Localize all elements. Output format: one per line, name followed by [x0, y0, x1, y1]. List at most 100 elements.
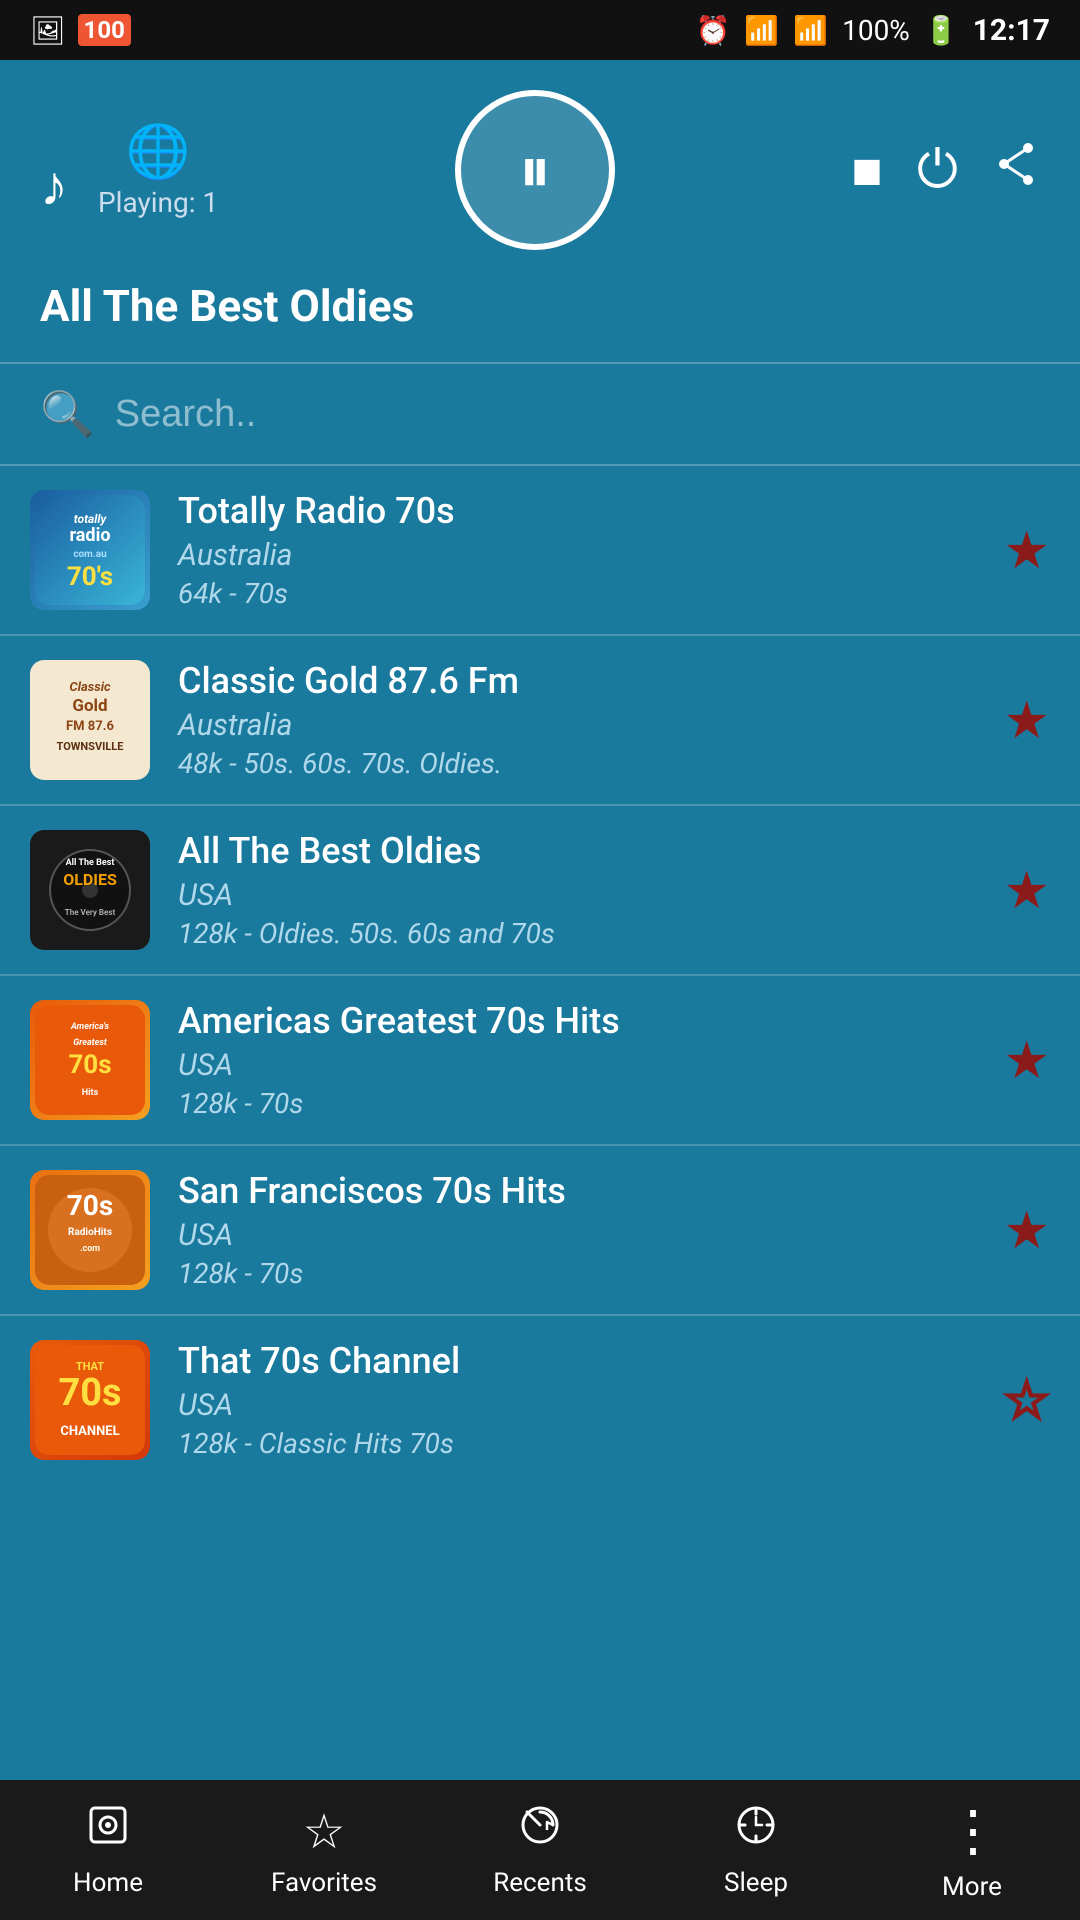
search-icon: 🔍 [40, 388, 95, 440]
alarm-icon: ⏰ [695, 14, 730, 47]
svg-text:CHANNEL: CHANNEL [60, 1424, 119, 1439]
pause-button[interactable]: ⏸ [455, 90, 615, 250]
favorite-star[interactable]: ★ [1003, 690, 1050, 751]
station-meta: 48k - 50s. 60s. 70s. Oldies. [178, 747, 975, 780]
station-name: Classic Gold 87.6 Fm [178, 660, 975, 702]
search-bar: 🔍 [0, 364, 1080, 466]
station-meta: 128k - Oldies. 50s. 60s and 70s [178, 917, 975, 950]
left-icons: ♪ 🌐 Playing: 1 [40, 121, 218, 219]
home-label: Home [73, 1868, 143, 1898]
station-country: Australia [178, 708, 975, 743]
station-meta: 64k - 70s [178, 577, 975, 610]
globe-icon[interactable]: 🌐 [126, 121, 191, 182]
now-playing-title: All The Best Oldies [0, 270, 1080, 362]
station-logo: Classic Gold FM 87.6 TOWNSVILLE [30, 660, 150, 780]
list-item[interactable]: Classic Gold FM 87.6 TOWNSVILLE Classic … [0, 636, 1080, 806]
favorite-star[interactable]: ☆ [1003, 1370, 1050, 1431]
home-icon [85, 1802, 131, 1860]
svg-text:FM 87.6: FM 87.6 [66, 719, 114, 734]
svg-text:America's: America's [70, 1022, 110, 1032]
recents-label: Recents [493, 1868, 587, 1898]
station-name: Americas Greatest 70s Hits [178, 1000, 975, 1042]
svg-text:All The Best: All The Best [66, 858, 115, 868]
share-button[interactable] [992, 140, 1040, 201]
list-item[interactable]: America's Greatest 70s Hits Americas Gre… [0, 976, 1080, 1146]
station-meta: 128k - Classic Hits 70s [178, 1427, 975, 1460]
list-item[interactable]: 70s RadioHits .com San Franciscos 70s Hi… [0, 1146, 1080, 1316]
signal-icon: 📶 [793, 14, 828, 47]
svg-text:Greatest: Greatest [73, 1038, 108, 1048]
svg-text:com.au: com.au [73, 549, 107, 560]
sleep-icon [733, 1802, 779, 1860]
station-name: San Franciscos 70s Hits [178, 1170, 975, 1212]
station-country: USA [178, 878, 975, 913]
header-right-controls: ■ ⏻ [851, 139, 1040, 201]
stop-button[interactable]: ■ [851, 140, 882, 201]
music-icon[interactable]: ♪ [40, 153, 68, 219]
search-input[interactable] [115, 393, 1040, 436]
station-info: That 70s Channel USA 128k - Classic Hits… [178, 1340, 975, 1460]
station-country: Australia [178, 538, 975, 573]
sleep-label: Sleep [724, 1868, 788, 1898]
list-item[interactable]: THAT 70s CHANNEL That 70s Channel USA 12… [0, 1316, 1080, 1484]
svg-text:Gold: Gold [72, 696, 107, 716]
nav-sleep[interactable]: Sleep [648, 1802, 864, 1898]
station-country: USA [178, 1048, 975, 1083]
station-list: totally radio com.au 70's Totally Radio … [0, 466, 1080, 1906]
wifi-icon: 📶 [744, 14, 779, 47]
favorite-star[interactable]: ★ [1003, 1200, 1050, 1261]
svg-text:70's: 70's [67, 562, 113, 592]
station-name: All The Best Oldies [178, 830, 975, 872]
svg-text:TOWNSVILLE: TOWNSVILLE [57, 740, 124, 753]
nav-more[interactable]: ⋮ More [864, 1798, 1080, 1902]
svg-text:70s: 70s [58, 1371, 121, 1415]
status-left: 🖼 100 [30, 14, 131, 47]
svg-text:.com: .com [80, 1244, 100, 1254]
station-name: Totally Radio 70s [178, 490, 975, 532]
battery-percent: 100% [842, 14, 910, 47]
station-logo: totally radio com.au 70's [30, 490, 150, 610]
list-item[interactable]: totally radio com.au 70's Totally Radio … [0, 466, 1080, 636]
favorites-label: Favorites [271, 1868, 377, 1898]
nav-recents[interactable]: Recents [432, 1802, 648, 1898]
station-logo: All The Best OLDIES The Very Best [30, 830, 150, 950]
power-button[interactable]: ⏻ [917, 139, 958, 201]
battery-icon: 🔋 [924, 14, 959, 47]
favorite-star[interactable]: ★ [1003, 520, 1050, 581]
favorite-star[interactable]: ★ [1003, 1030, 1050, 1091]
radio-icon: 100 [78, 14, 131, 46]
status-time: 12:17 [973, 13, 1050, 48]
favorites-icon: ☆ [302, 1803, 345, 1860]
station-logo: America's Greatest 70s Hits [30, 1000, 150, 1120]
photo-icon: 🖼 [30, 14, 66, 47]
status-right: ⏰ 📶 📶 100% 🔋 12:17 [695, 13, 1050, 48]
svg-text:radio: radio [70, 525, 111, 546]
station-logo: 70s RadioHits .com [30, 1170, 150, 1290]
pause-icon: ⏸ [519, 133, 551, 208]
station-country: USA [178, 1388, 975, 1423]
station-info: Americas Greatest 70s Hits USA 128k - 70… [178, 1000, 975, 1120]
nav-home[interactable]: Home [0, 1802, 216, 1898]
station-info: Totally Radio 70s Australia 64k - 70s [178, 490, 975, 610]
station-country: USA [178, 1218, 975, 1253]
status-bar: 🖼 100 ⏰ 📶 📶 100% 🔋 12:17 [0, 0, 1080, 60]
bottom-nav: Home ☆ Favorites Recents [0, 1780, 1080, 1920]
svg-text:70s: 70s [68, 1050, 111, 1080]
station-name: That 70s Channel [178, 1340, 975, 1382]
station-info: Classic Gold 87.6 Fm Australia 48k - 50s… [178, 660, 975, 780]
more-label: More [942, 1872, 1002, 1902]
nav-favorites[interactable]: ☆ Favorites [216, 1803, 432, 1898]
player-header: ♪ 🌐 Playing: 1 ⏸ ■ ⏻ [0, 60, 1080, 270]
station-logo: THAT 70s CHANNEL [30, 1340, 150, 1460]
station-info: All The Best Oldies USA 128k - Oldies. 5… [178, 830, 975, 950]
svg-text:70s: 70s [67, 1189, 114, 1222]
favorite-star[interactable]: ★ [1003, 860, 1050, 921]
svg-text:Classic: Classic [69, 680, 111, 695]
svg-text:The Very Best: The Very Best [65, 908, 116, 917]
list-item[interactable]: All The Best OLDIES The Very Best All Th… [0, 806, 1080, 976]
station-meta: 128k - 70s [178, 1087, 975, 1120]
station-meta: 128k - 70s [178, 1257, 975, 1290]
more-icon: ⋮ [945, 1798, 999, 1864]
station-info: San Franciscos 70s Hits USA 128k - 70s [178, 1170, 975, 1290]
playing-label: Playing: 1 [98, 186, 218, 219]
